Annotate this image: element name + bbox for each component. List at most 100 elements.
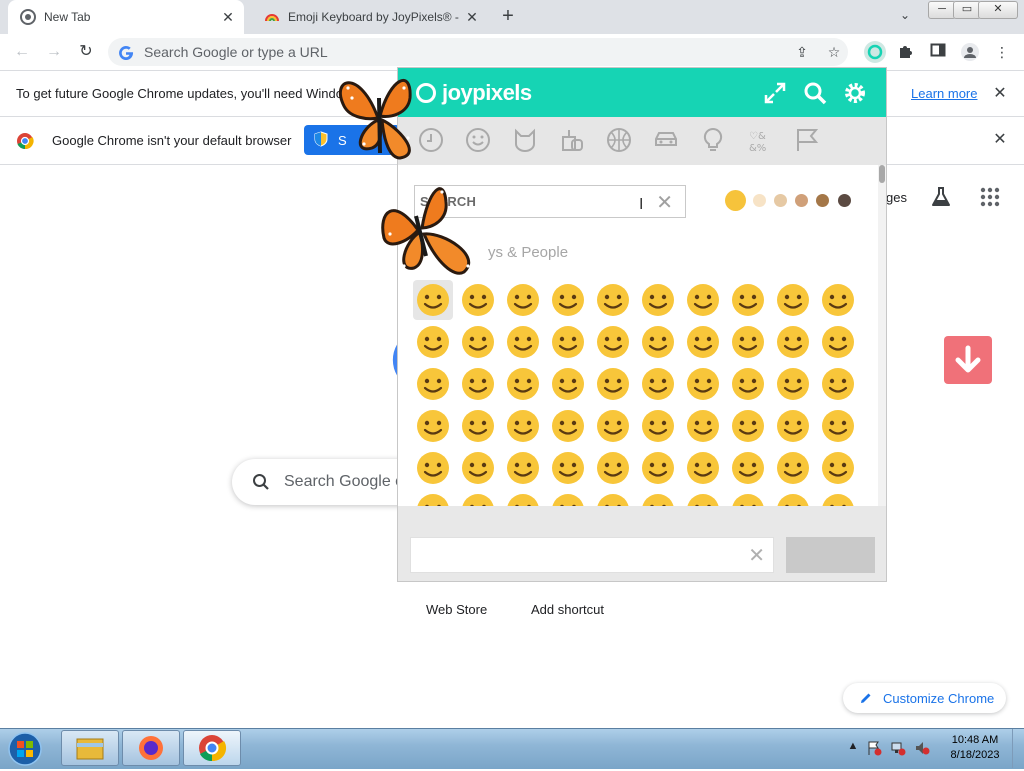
emoji-cell[interactable]: 😍 [728,322,768,362]
emoji-cell[interactable]: 🥵 [683,490,723,506]
emoji-cell[interactable]: 😨 [818,490,858,506]
emoji-cell[interactable]: 😋 [548,364,588,404]
emoji-cell[interactable]: 😤 [413,490,453,506]
emoji-cell[interactable]: 😕 [413,448,453,488]
emoji-cell[interactable]: 🥶 [728,490,768,506]
scrollbar-thumb[interactable] [879,165,885,183]
emoji-cell[interactable]: 🤪 [728,364,768,404]
start-button[interactable] [4,730,46,768]
network-icon[interactable] [890,740,906,756]
taskbar-explorer[interactable] [61,730,119,766]
taskbar-chrome[interactable] [183,730,241,766]
emoji-cell[interactable]: 😙 [458,364,498,404]
shortcut-web-store[interactable]: Web Store [426,602,487,617]
profile-avatar-icon[interactable] [960,42,980,62]
emoji-cell[interactable]: 😒 [683,406,723,446]
volume-muted-icon[interactable] [914,740,930,756]
emoji-cell[interactable]: 😩 [683,448,723,488]
skin-tone-light[interactable] [753,194,766,207]
gear-icon[interactable] [843,81,867,105]
emoji-cell[interactable]: 😌 [683,322,723,362]
clear-search-icon[interactable]: ✕ [656,190,673,215]
emoji-cell[interactable]: 🤬 [548,490,588,506]
tab-new-tab[interactable]: New Tab ✕ [8,0,244,34]
show-desktop-button[interactable] [1012,729,1024,768]
emoji-cell[interactable]: 😝 [638,364,678,404]
tab-emoji-keyboard[interactable]: Emoji Keyboard by JoyPixels® - ( ✕ [252,0,488,34]
omnibox[interactable]: Search Google or type a URL [108,38,848,66]
skin-tone-medium-dark[interactable] [816,194,829,207]
emoji-cell[interactable]: ☹️ [503,448,543,488]
customize-chrome-button[interactable]: Customize Chrome [843,683,1006,713]
bookmark-star-icon[interactable]: ☆ [824,42,844,62]
emoji-cell[interactable]: 😅 [683,280,723,320]
shortcut-add-shortcut[interactable]: Add shortcut [531,602,604,617]
emoji-cell[interactable]: 🥰 [773,322,813,362]
emoji-cell[interactable]: 😎 [458,406,498,446]
emoji-cell[interactable]: 😭 [818,448,858,488]
emoji-cell[interactable]: 🥺 [728,448,768,488]
emoji-cell[interactable]: 😘 [818,322,858,362]
minimize-button[interactable]: ─ [928,1,956,19]
emoji-cell[interactable]: 😄 [503,280,543,320]
tab-search-chevron-icon[interactable]: ⌄ [896,8,914,26]
emoji-cell[interactable]: 😖 [593,448,633,488]
emoji-cell[interactable]: 🥸 [503,406,543,446]
new-tab-button[interactable]: + [496,6,520,28]
skin-tone-default[interactable] [725,190,746,211]
learn-more-link[interactable]: Learn more [911,86,977,101]
google-apps-grid-icon[interactable] [980,187,1000,207]
emoji-cell[interactable]: 😀 [413,280,453,320]
emoji-cell[interactable]: 😔 [773,406,813,446]
objects-icon[interactable] [700,127,726,153]
emoji-cell[interactable]: 🥳 [593,406,633,446]
emoji-cell[interactable]: 😢 [773,448,813,488]
emoji-cell[interactable]: 😟 [818,406,858,446]
emoji-cell[interactable]: 😣 [548,448,588,488]
flags-icon[interactable] [794,127,820,153]
emoji-cell[interactable]: 🙁 [458,448,498,488]
side-panel-icon[interactable] [928,42,948,62]
search-icon[interactable] [803,81,827,105]
activity-icon[interactable] [606,127,632,153]
emoji-cell[interactable]: 😇 [503,322,543,362]
taskbar-firefox[interactable] [122,730,180,766]
emoji-cell[interactable]: 🧐 [818,364,858,404]
symbols-icon[interactable]: ♡& &% [747,127,773,154]
emoji-cell[interactable]: 🤣 [773,280,813,320]
maximize-button[interactable]: ▭ [953,1,981,19]
emoji-cell[interactable]: 🤩 [548,406,588,446]
emoji-cell[interactable]: 😡 [503,490,543,506]
emoji-cell[interactable]: 😱 [773,490,813,506]
emoji-cell[interactable]: 😠 [458,490,498,506]
emoji-cell[interactable]: 😞 [728,406,768,446]
download-arrow-button[interactable] [944,336,992,384]
selected-emoji-input[interactable]: ✕ [410,537,774,573]
emoji-cell[interactable]: 😫 [638,448,678,488]
emoji-cell[interactable]: 😂 [728,280,768,320]
scrollbar-track[interactable] [878,165,886,506]
emoji-cell[interactable]: 🙂 [548,322,588,362]
smileys-icon[interactable] [465,127,491,153]
clear-input-icon[interactable]: ✕ [748,543,765,568]
system-clock[interactable]: 10:48 AM 8/18/2023 [946,733,1004,763]
emoji-cell[interactable]: 😜 [683,364,723,404]
skin-tone-dark[interactable] [838,194,851,207]
emoji-cell[interactable]: 😉 [638,322,678,362]
skin-tone-medium-light[interactable] [774,194,787,207]
emoji-cell[interactable]: 😁 [548,280,588,320]
emoji-cell[interactable]: 😚 [503,364,543,404]
close-infobar-icon[interactable]: ✕ [992,86,1008,102]
close-tab-icon[interactable]: ✕ [218,9,238,26]
travel-icon[interactable] [653,127,679,153]
labs-flask-icon[interactable] [930,186,952,208]
emoji-cell[interactable]: 🤓 [413,406,453,446]
emoji-cell[interactable]: 😛 [593,364,633,404]
emoji-cell[interactable]: 🙃 [593,322,633,362]
copy-button[interactable] [786,537,875,573]
expand-icon[interactable] [763,81,787,105]
close-window-button[interactable]: ✕ [978,1,1018,19]
joypixels-extension-icon[interactable] [864,41,886,63]
skin-tone-medium[interactable] [795,194,808,207]
emoji-cell[interactable]: 😏 [638,406,678,446]
